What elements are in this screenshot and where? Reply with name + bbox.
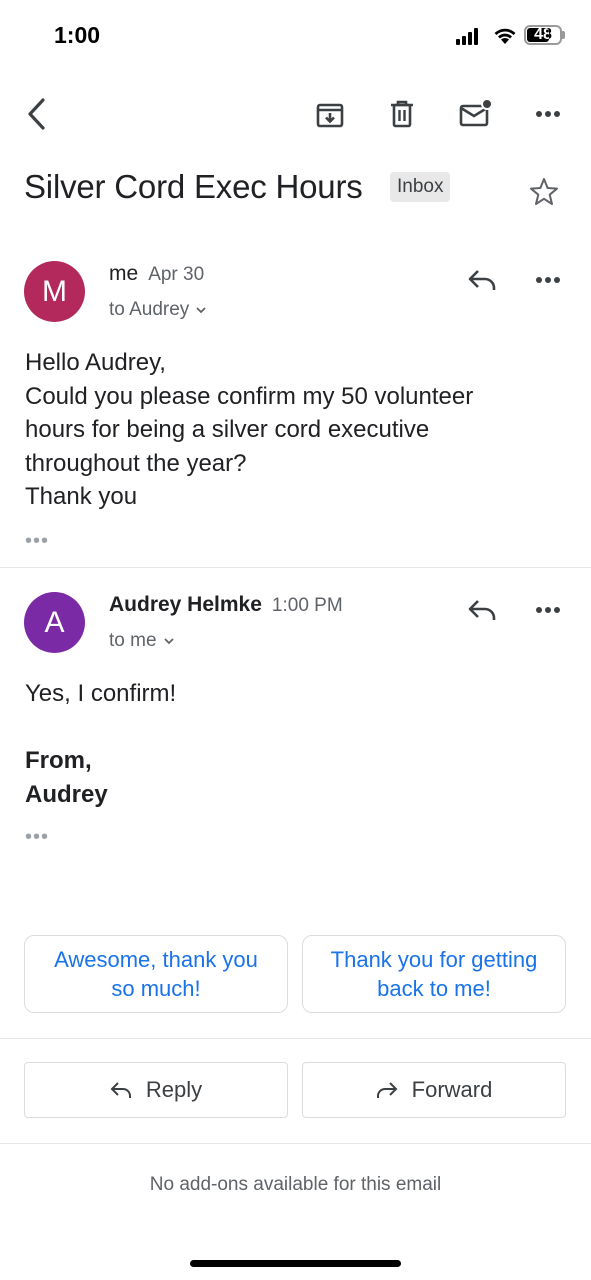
- signature: From, Audrey: [25, 744, 108, 811]
- cellular-signal-icon: [456, 27, 478, 45]
- wifi-icon: [492, 25, 518, 50]
- mark-unread-icon[interactable]: [456, 94, 496, 134]
- body-line: Thank you: [25, 483, 138, 510]
- message-more-icon[interactable]: [528, 590, 568, 630]
- addons-message: No add-ons available for this email: [149, 1174, 442, 1195]
- section-divider: [0, 1143, 591, 1144]
- message-body: Hello Audrey, Could you please confirm m…: [25, 346, 473, 514]
- recipient-text: to me: [109, 630, 157, 651]
- more-options-icon[interactable]: [528, 94, 568, 134]
- message-header[interactable]: Audrey Helmke 1:00 PM: [109, 593, 343, 617]
- reply-icon[interactable]: [462, 590, 502, 630]
- body-line: throughout the year?: [25, 449, 247, 477]
- archive-icon[interactable]: [310, 94, 350, 134]
- signature-line: From,: [25, 747, 92, 774]
- body-line: Hello Audrey,: [25, 349, 166, 376]
- smart-reply-button[interactable]: Thank you for getting back to me!: [302, 935, 566, 1013]
- avatar[interactable]: M: [24, 261, 85, 322]
- signature-line: Audrey: [25, 780, 108, 808]
- reply-icon[interactable]: [462, 260, 502, 300]
- reply-label: Reply: [145, 1077, 203, 1102]
- trash-icon[interactable]: [382, 94, 422, 134]
- recipient-text: to Audrey: [109, 299, 190, 320]
- sender-name: me: [109, 262, 139, 285]
- section-divider: [0, 1038, 591, 1039]
- smart-reply-line: so much!: [111, 976, 201, 1001]
- body-line: Yes, I confirm!: [25, 680, 177, 707]
- message-date: Apr 30: [148, 264, 205, 285]
- smart-reply-button[interactable]: Awesome, thank you so much!: [24, 935, 288, 1013]
- smart-reply-line: Awesome, thank you: [54, 947, 258, 972]
- battery-icon: 48: [524, 25, 562, 45]
- recipient-details[interactable]: to Audrey: [109, 299, 207, 321]
- reply-button[interactable]: Reply: [24, 1062, 288, 1118]
- battery-level: 48: [534, 26, 552, 43]
- back-arrow-icon[interactable]: [16, 94, 56, 134]
- inbox-label-badge[interactable]: Inbox: [390, 172, 451, 202]
- forward-label: Forward: [411, 1077, 493, 1102]
- chevron-down-icon: [196, 307, 206, 314]
- recipient-details[interactable]: to me: [109, 630, 175, 652]
- smart-reply-line: back to me!: [377, 976, 491, 1001]
- chevron-down-icon: [163, 638, 174, 645]
- message-body: Yes, I confirm!: [25, 677, 176, 711]
- message-divider: [0, 567, 591, 568]
- avatar[interactable]: A: [24, 592, 85, 653]
- show-trimmed-content-button[interactable]: •••: [25, 530, 49, 553]
- home-indicator[interactable]: [190, 1260, 401, 1267]
- star-icon[interactable]: [528, 176, 560, 213]
- forward-icon: [376, 1082, 398, 1098]
- email-subject: Silver Cord Exec Hours: [24, 168, 363, 205]
- body-line: hours for being a silver cord executive: [25, 416, 430, 443]
- message-date: 1:00 PM: [271, 595, 343, 616]
- message-header[interactable]: me Apr 30: [109, 262, 204, 286]
- body-line: Could you please confirm my 50 volunteer: [25, 382, 474, 410]
- sender-name: Audrey Helmke: [109, 593, 262, 616]
- forward-button[interactable]: Forward: [302, 1062, 566, 1118]
- message-more-icon[interactable]: [528, 260, 568, 300]
- battery-nub: [562, 31, 565, 39]
- show-trimmed-content-button[interactable]: •••: [25, 826, 49, 849]
- status-time: 1:00: [54, 22, 101, 48]
- smart-reply-line: Thank you for getting: [330, 947, 538, 972]
- reply-icon: [110, 1082, 131, 1098]
